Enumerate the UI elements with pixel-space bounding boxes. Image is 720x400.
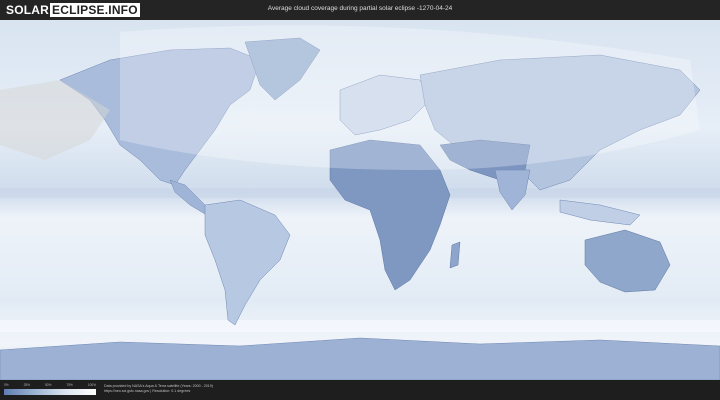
antarctica-landmass	[0, 337, 720, 380]
cloud-coverage-world-map	[0, 20, 720, 380]
legend-tick: 0%	[4, 383, 9, 387]
cloud-coverage-legend: 0% 25% 50% 75% 100%	[4, 383, 96, 397]
legend-tick: 75%	[66, 383, 73, 387]
southern-ocean-cloud-band	[0, 320, 720, 332]
credit-link[interactable]: https://neo.sci.gsfc.nasa.gov | Resoluti…	[104, 389, 213, 394]
map-svg	[0, 20, 720, 380]
legend-tick: 50%	[45, 383, 52, 387]
legend-ticks: 0% 25% 50% 75% 100%	[4, 383, 96, 388]
legend-tick: 100%	[87, 383, 96, 387]
header-bar: SOLAR ECLIPSE.INFO Average cloud coverag…	[0, 0, 720, 20]
footer-bar: 0% 25% 50% 75% 100% Data provided by NAS…	[0, 380, 720, 400]
page-title: Average cloud coverage during partial so…	[267, 5, 453, 12]
legend-tick: 25%	[23, 383, 31, 387]
legend-color-bar	[4, 389, 96, 395]
data-credits: Data provided by NASA's Aqua & Terra sat…	[104, 384, 213, 394]
